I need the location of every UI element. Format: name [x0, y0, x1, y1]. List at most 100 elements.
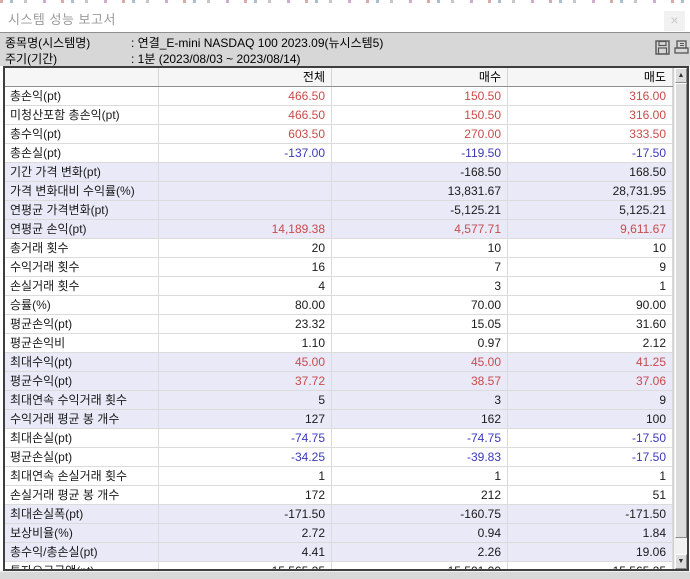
table-row: 평균수익(pt)37.7238.5737.06: [5, 372, 673, 391]
cell-value: 4: [159, 277, 332, 295]
cell-value: 100: [508, 410, 673, 428]
table-row: 평균손실(pt)-34.25-39.83-17.50: [5, 448, 673, 467]
print-icon[interactable]: [674, 40, 689, 55]
cell-value: -17.50: [508, 144, 673, 162]
cell-value: 4,577.71: [332, 220, 508, 238]
cell-value: 15,565.25: [508, 562, 673, 569]
performance-table: 전체매수매도 총손익(pt)466.50150.50316.00미청산포함 총손…: [3, 66, 689, 571]
row-label: 최대손실폭(pt): [5, 505, 159, 523]
cell-value: 4.41: [159, 543, 332, 561]
cell-value: 80.00: [159, 296, 332, 314]
cell-value: -34.25: [159, 448, 332, 466]
row-label: 투자요구금액(pt): [5, 562, 159, 569]
cell-value: 333.50: [508, 125, 673, 143]
cell-value: 90.00: [508, 296, 673, 314]
table-row: 총수익(pt)603.50270.00333.50: [5, 125, 673, 144]
scroll-down-icon[interactable]: ▼: [675, 554, 687, 569]
row-label: 총손익(pt): [5, 87, 159, 105]
cell-value: 212: [332, 486, 508, 504]
close-icon[interactable]: ×: [664, 11, 685, 31]
table-row: 미청산포함 총손익(pt)466.50150.50316.00: [5, 106, 673, 125]
table-row: 총손실(pt)-137.00-119.50-17.50: [5, 144, 673, 163]
cell-value: 15,501.00: [332, 562, 508, 569]
row-label: 총수익(pt): [5, 125, 159, 143]
cell-value: 9: [508, 258, 673, 276]
cell-value: 1.10: [159, 334, 332, 352]
cell-value: 19.06: [508, 543, 673, 561]
cell-value: 37.72: [159, 372, 332, 390]
cell-value: -119.50: [332, 144, 508, 162]
row-label: 최대연속 수익거래 횟수: [5, 391, 159, 409]
cell-value: -168.50: [332, 163, 508, 181]
symbol-value: : 연결_E-mini NASDAQ 100 2023.09(뉴시스템5): [131, 36, 383, 50]
cell-value: -5,125.21: [332, 201, 508, 219]
cell-value: [159, 182, 332, 200]
table-row: 투자요구금액(pt)15,565.2515,501.0015,565.25: [5, 562, 673, 569]
row-label: 가격 변화대비 수익률(%): [5, 182, 159, 200]
row-label: 평균손익(pt): [5, 315, 159, 333]
cell-value: 23.32: [159, 315, 332, 333]
table-row: 평균손익(pt)23.3215.0531.60: [5, 315, 673, 334]
window-title: 시스템 성능 보고서: [8, 9, 116, 28]
table-row: 총수익/총손실(pt)4.412.2619.06: [5, 543, 673, 562]
table-row: 가격 변화대비 수익률(%)13,831.6728,731.95: [5, 182, 673, 201]
table-row: 수익거래 횟수1679: [5, 258, 673, 277]
cell-value: -171.50: [508, 505, 673, 523]
row-label: 기간 가격 변화(pt): [5, 163, 159, 181]
table-row: 손실거래 평균 봉 개수17221251: [5, 486, 673, 505]
cell-value: 466.50: [159, 106, 332, 124]
row-label: 최대손실(pt): [5, 429, 159, 447]
table-row: 최대손실폭(pt)-171.50-160.75-171.50: [5, 505, 673, 524]
table-row: 기간 가격 변화(pt) -168.50168.50: [5, 163, 673, 182]
scroll-up-icon[interactable]: ▲: [675, 68, 687, 83]
cell-value: 162: [332, 410, 508, 428]
table-row: 최대손실(pt)-74.75-74.75-17.50: [5, 429, 673, 448]
panel-toolbar: [655, 40, 689, 55]
row-label: 수익거래 평균 봉 개수: [5, 410, 159, 428]
cell-value: 316.00: [508, 106, 673, 124]
cell-value: 2.26: [332, 543, 508, 561]
row-label: 연평균 손익(pt): [5, 220, 159, 238]
column-header: [5, 68, 159, 86]
cell-value: 70.00: [332, 296, 508, 314]
cell-value: 10: [332, 239, 508, 257]
report-window: 시스템 성능 보고서 × 종목명(시스템명): 연결_E-mini NASDAQ…: [0, 0, 690, 579]
row-label: 총손실(pt): [5, 144, 159, 162]
cell-value: -137.00: [159, 144, 332, 162]
cell-value: 172: [159, 486, 332, 504]
cell-value: 603.50: [159, 125, 332, 143]
cell-value: 2.72: [159, 524, 332, 542]
row-label: 최대연속 손실거래 횟수: [5, 467, 159, 485]
table-row: 최대연속 수익거래 횟수539: [5, 391, 673, 410]
cell-value: 270.00: [332, 125, 508, 143]
table-row: 최대연속 손실거래 횟수111: [5, 467, 673, 486]
row-label: 평균수익(pt): [5, 372, 159, 390]
table-row: 손실거래 횟수431: [5, 277, 673, 296]
row-label: 총거래 횟수: [5, 239, 159, 257]
cell-value: 127: [159, 410, 332, 428]
row-label: 손실거래 횟수: [5, 277, 159, 295]
cell-value: 3: [332, 391, 508, 409]
scrollbar-thumb[interactable]: [675, 83, 687, 538]
row-label: 평균손실(pt): [5, 448, 159, 466]
cell-value: 150.50: [332, 87, 508, 105]
vertical-scrollbar[interactable]: ▲ ▼: [673, 68, 687, 569]
cell-value: 45.00: [159, 353, 332, 371]
header-row: 전체매수매도: [5, 68, 673, 87]
window-bottom-edge: [0, 571, 690, 579]
cell-value: 7: [332, 258, 508, 276]
cell-value: 13,831.67: [332, 182, 508, 200]
cell-value: 45.00: [332, 353, 508, 371]
title-bar: 시스템 성능 보고서 ×: [0, 3, 690, 32]
cell-value: 168.50: [508, 163, 673, 181]
cell-value: -74.75: [332, 429, 508, 447]
row-label: 수익거래 횟수: [5, 258, 159, 276]
table-row: 연평균 손익(pt)14,189.384,577.719,611.67: [5, 220, 673, 239]
cell-value: 38.57: [332, 372, 508, 390]
row-label: 총수익/총손실(pt): [5, 543, 159, 561]
report-info-panel: 종목명(시스템명): 연결_E-mini NASDAQ 100 2023.09(…: [0, 32, 690, 66]
save-icon[interactable]: [655, 40, 670, 55]
symbol-label: 종목명(시스템명): [5, 35, 131, 51]
cell-value: 10: [508, 239, 673, 257]
cell-value: 37.06: [508, 372, 673, 390]
